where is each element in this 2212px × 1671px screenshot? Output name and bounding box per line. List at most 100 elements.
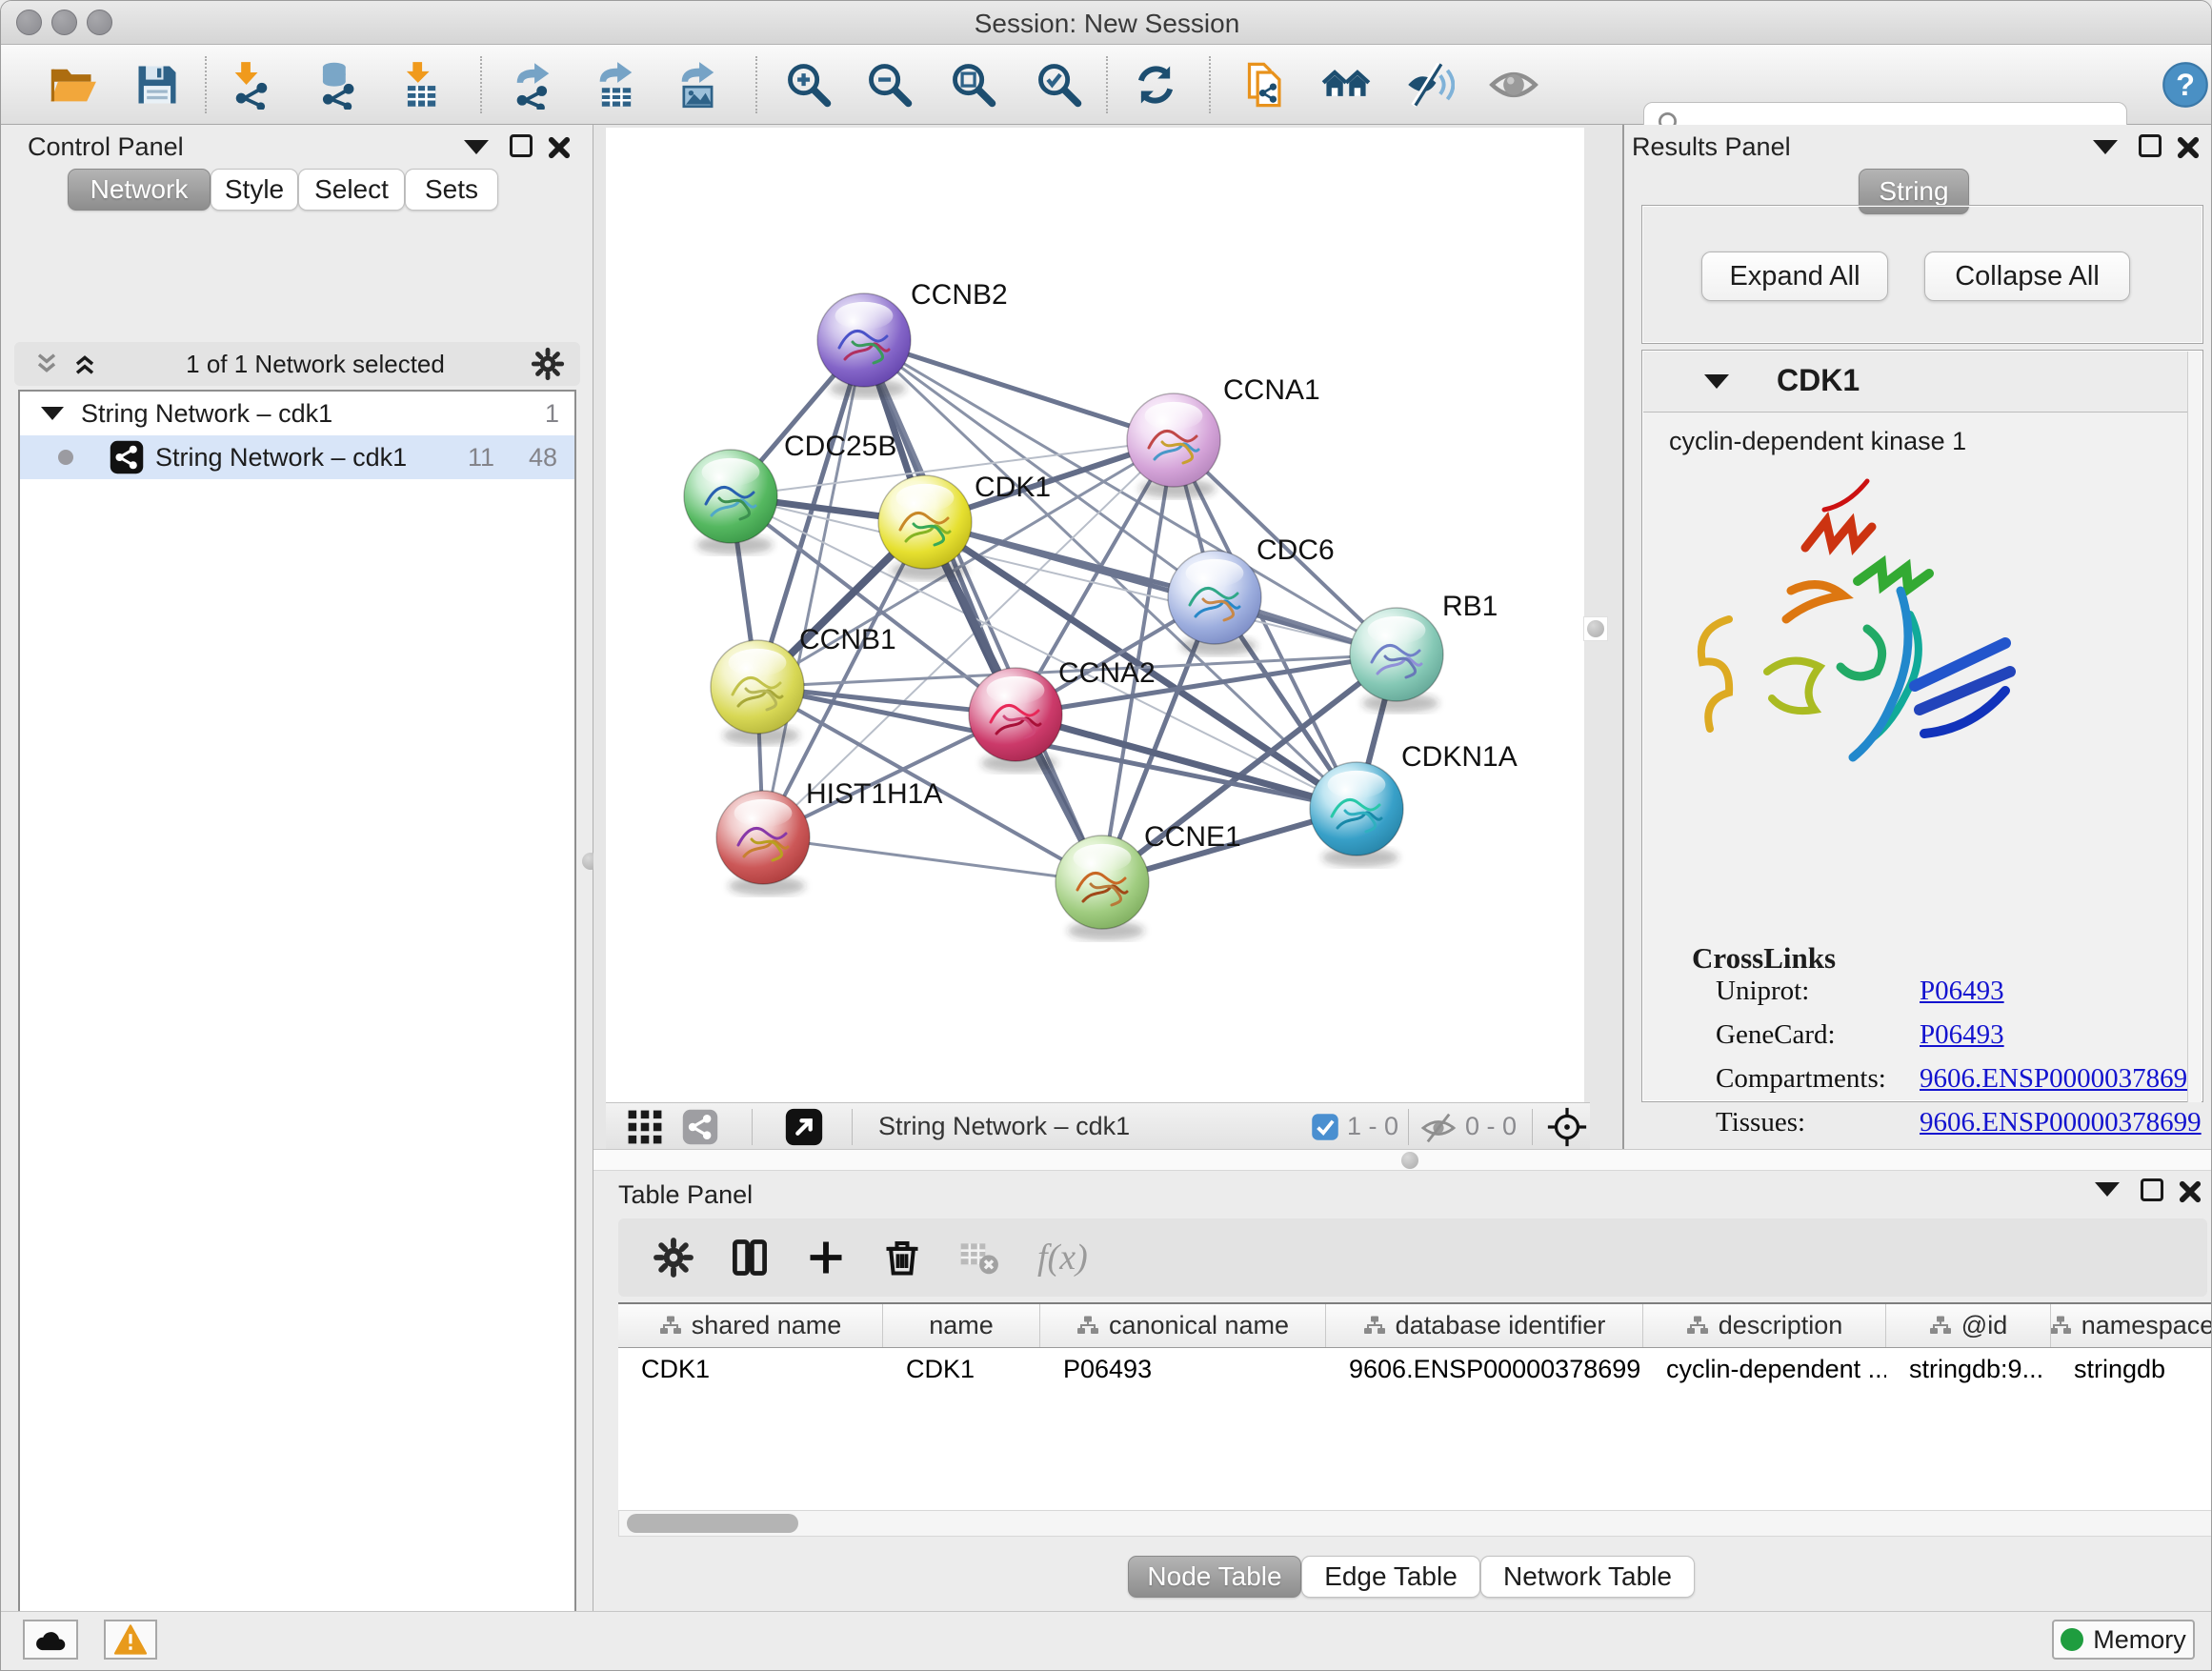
panel-menu-button[interactable] bbox=[464, 140, 493, 169]
open-session-button[interactable] bbox=[46, 58, 99, 111]
tab-select[interactable]: Select bbox=[298, 169, 405, 211]
network-edge[interactable] bbox=[763, 837, 1102, 882]
hidden-eye-icon[interactable] bbox=[1419, 1113, 1458, 1143]
table-cell[interactable]: P06493 bbox=[1040, 1355, 1326, 1384]
share-document-button[interactable] bbox=[1241, 58, 1295, 111]
tab-sets[interactable]: Sets bbox=[405, 169, 498, 211]
tab-network[interactable]: Network bbox=[68, 169, 211, 211]
network-node-ccna1[interactable] bbox=[1127, 393, 1220, 498]
crosslink-link[interactable]: P06493 bbox=[1920, 976, 2004, 1007]
tab-edge-table[interactable]: Edge Table bbox=[1301, 1556, 1480, 1598]
birdseye-crosshair-icon[interactable] bbox=[1545, 1105, 1589, 1149]
crosslink-link[interactable]: 9606.ENSP00000378699 bbox=[1920, 1107, 2202, 1138]
table-cell[interactable]: 9606.ENSP00000378699 bbox=[1326, 1355, 1643, 1384]
trash-icon[interactable] bbox=[881, 1237, 923, 1278]
table-cell[interactable]: stringdb:9... bbox=[1886, 1355, 2051, 1384]
network-graph[interactable]: CCNB2CCNA1CDC25BCDK1CDC6RB1CCNB1CCNA2CDK… bbox=[606, 128, 1584, 1102]
columns-icon[interactable] bbox=[729, 1237, 771, 1278]
expand-all-icon[interactable] bbox=[70, 349, 100, 379]
network-node-hist1h1a[interactable] bbox=[716, 791, 810, 896]
gear-icon[interactable] bbox=[653, 1237, 694, 1278]
hide-selected-button[interactable] bbox=[1403, 58, 1457, 111]
column-header-name[interactable]: name bbox=[883, 1304, 1040, 1347]
tab-network-table[interactable]: Network Table bbox=[1480, 1556, 1695, 1598]
zoom-in-button[interactable] bbox=[782, 58, 835, 111]
network-node-ccnb2[interactable] bbox=[817, 293, 911, 398]
table-cell[interactable]: stringdb bbox=[2051, 1355, 2212, 1384]
node-table[interactable]: shared namenamecanonical namedatabase id… bbox=[618, 1302, 2212, 1510]
export-image-button[interactable] bbox=[672, 58, 725, 111]
network-collection-row[interactable]: String Network – cdk1 1 bbox=[20, 392, 574, 435]
horizontal-scrollbar[interactable] bbox=[618, 1510, 2212, 1537]
table-cell[interactable]: CDK1 bbox=[618, 1355, 883, 1384]
scrollbar-thumb[interactable] bbox=[627, 1514, 798, 1533]
splitter-handle[interactable] bbox=[1583, 616, 1608, 641]
import-network-file-button[interactable] bbox=[225, 58, 278, 111]
horizontal-splitter[interactable] bbox=[593, 1149, 2212, 1171]
selected-checkbox-icon[interactable] bbox=[1311, 1113, 1339, 1141]
panel-float-button[interactable] bbox=[510, 134, 538, 163]
table-row[interactable]: CDK1CDK1P064939606.ENSP00000378699cyclin… bbox=[618, 1348, 2212, 1390]
panel-float-button[interactable] bbox=[2139, 134, 2167, 163]
column-header-namespace[interactable]: namespace bbox=[2051, 1304, 2212, 1347]
network-node-ccnb1[interactable] bbox=[711, 640, 804, 745]
panel-menu-button[interactable] bbox=[2093, 140, 2122, 169]
table-cell[interactable]: cyclin-dependent ... bbox=[1643, 1355, 1886, 1384]
collapse-all-button[interactable]: Collapse All bbox=[1924, 252, 2130, 301]
open-in-new-icon[interactable] bbox=[785, 1108, 823, 1146]
delete-table-icon[interactable] bbox=[957, 1237, 999, 1278]
export-table-button[interactable] bbox=[590, 58, 643, 111]
crosslink-link[interactable]: 9606.ENSP00000378699 bbox=[1920, 1063, 2202, 1095]
panel-close-button[interactable] bbox=[2175, 134, 2203, 163]
import-table-button[interactable] bbox=[394, 58, 448, 111]
add-icon[interactable] bbox=[805, 1237, 847, 1278]
panel-float-button[interactable] bbox=[2141, 1178, 2169, 1207]
column-header--id[interactable]: @id bbox=[1886, 1304, 2051, 1347]
tab-node-table[interactable]: Node Table bbox=[1128, 1556, 1301, 1598]
column-header-database-identifier[interactable]: database identifier bbox=[1326, 1304, 1643, 1347]
tab-style[interactable]: Style bbox=[211, 169, 298, 211]
vertical-scrollbar[interactable] bbox=[2187, 352, 2202, 1102]
panel-menu-button[interactable] bbox=[2095, 1182, 2123, 1211]
import-network-database-button[interactable] bbox=[310, 58, 363, 111]
show-all-button[interactable] bbox=[1487, 58, 1540, 111]
network-node-rb1[interactable] bbox=[1350, 608, 1443, 713]
refresh-button[interactable] bbox=[1129, 58, 1182, 111]
zoom-fit-button[interactable] bbox=[947, 58, 1000, 111]
table-cell[interactable]: CDK1 bbox=[883, 1355, 1040, 1384]
grid-icon[interactable] bbox=[627, 1109, 663, 1145]
column-header-description[interactable]: description bbox=[1643, 1304, 1886, 1347]
collapse-section-icon[interactable] bbox=[1704, 374, 1729, 389]
column-header-canonical-name[interactable]: canonical name bbox=[1040, 1304, 1326, 1347]
network-node-ccna2[interactable] bbox=[969, 668, 1062, 773]
crosslink-link[interactable]: P06493 bbox=[1920, 1019, 2004, 1051]
memory-button[interactable]: Memory bbox=[2052, 1620, 2195, 1660]
export-network-button[interactable] bbox=[507, 58, 560, 111]
network-row-selected[interactable]: String Network – cdk1 11 48 bbox=[20, 435, 574, 479]
cloud-status-button[interactable] bbox=[23, 1620, 78, 1660]
zoom-out-button[interactable] bbox=[863, 58, 916, 111]
warnings-button[interactable] bbox=[104, 1620, 157, 1660]
network-node-ccne1[interactable] bbox=[1056, 836, 1149, 940]
collapse-all-icon[interactable] bbox=[31, 349, 62, 379]
network-node-cdc25b[interactable] bbox=[684, 450, 777, 554]
save-session-button[interactable] bbox=[131, 58, 184, 111]
expand-all-button[interactable]: Expand All bbox=[1701, 252, 1888, 301]
share-badge-gray-icon[interactable] bbox=[682, 1109, 718, 1145]
network-canvas[interactable]: CCNB2CCNA1CDC25BCDK1CDC6RB1CCNB1CCNA2CDK… bbox=[606, 128, 1584, 1102]
splitter-knob[interactable] bbox=[1401, 1152, 1418, 1169]
gear-icon[interactable] bbox=[531, 347, 565, 381]
network-node-cdkn1a[interactable] bbox=[1310, 762, 1403, 867]
network-node-cdk1[interactable] bbox=[878, 475, 972, 580]
network-edge[interactable] bbox=[864, 340, 1174, 440]
tree-expand-icon[interactable] bbox=[41, 407, 64, 420]
panel-close-button[interactable] bbox=[546, 134, 574, 163]
home-button[interactable] bbox=[1319, 58, 1373, 111]
function-builder-icon[interactable]: f(x) bbox=[1037, 1237, 1088, 1278]
zoom-selected-button[interactable] bbox=[1033, 58, 1086, 111]
panel-close-button[interactable] bbox=[2177, 1178, 2205, 1207]
column-header-shared-name[interactable]: shared name bbox=[618, 1304, 883, 1347]
help-button[interactable]: ? bbox=[2159, 58, 2212, 111]
gene-section-header[interactable]: CDK1 bbox=[1643, 352, 2188, 413]
network-node-cdc6[interactable] bbox=[1168, 551, 1261, 655]
